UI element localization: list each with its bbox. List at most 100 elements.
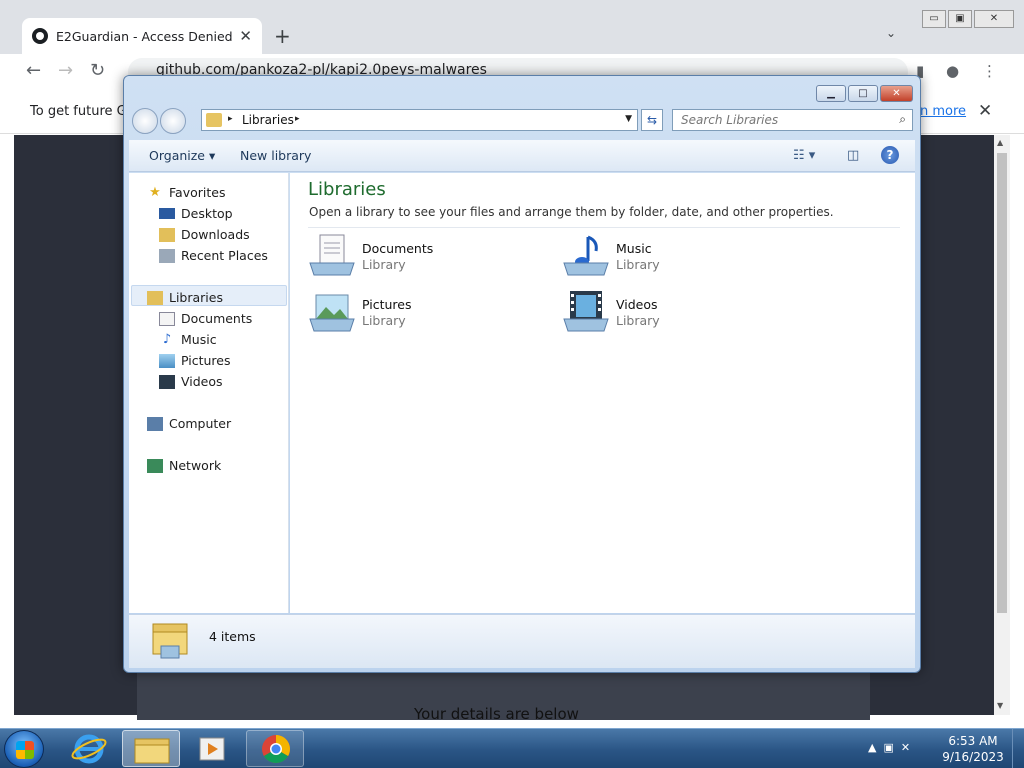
browser-restore-button[interactable]: ▣ bbox=[948, 10, 972, 28]
nav-item-downloads[interactable]: Downloads bbox=[159, 227, 250, 242]
chrome-icon bbox=[262, 735, 290, 763]
forward-button[interactable] bbox=[160, 108, 186, 134]
nav-item-videos[interactable]: Videos bbox=[159, 374, 223, 389]
profile-avatar-icon[interactable]: ● bbox=[946, 62, 959, 80]
browser-minimize-button[interactable]: ▭ bbox=[922, 10, 946, 28]
change-view-icon[interactable]: ☷ ▾ bbox=[793, 148, 815, 163]
nav-item-documents[interactable]: Documents bbox=[159, 311, 252, 326]
infobar-learn-more-link[interactable]: n more bbox=[920, 104, 966, 119]
documents-library-icon bbox=[309, 234, 355, 276]
divider bbox=[308, 227, 900, 228]
scrollbar-thumb[interactable] bbox=[997, 153, 1007, 613]
status-bar: 4 items bbox=[129, 614, 915, 668]
nav-label: Computer bbox=[169, 416, 232, 431]
nav-label: Libraries bbox=[169, 290, 223, 305]
tab-search-icon[interactable]: ⌄ bbox=[886, 26, 896, 40]
nav-label: Music bbox=[181, 332, 217, 347]
taskbar-chrome-button[interactable] bbox=[246, 730, 304, 767]
libraries-status-icon bbox=[152, 623, 188, 659]
new-tab-button[interactable]: + bbox=[274, 24, 291, 48]
library-kind: Library bbox=[362, 313, 406, 328]
videos-library-icon bbox=[563, 291, 609, 332]
reload-icon[interactable]: ↻ bbox=[90, 60, 105, 81]
start-button[interactable] bbox=[4, 730, 44, 768]
taskbar-media-player-button[interactable] bbox=[184, 730, 242, 767]
library-name: Videos bbox=[616, 297, 658, 312]
page-title: Libraries bbox=[308, 179, 386, 200]
nav-item-network[interactable]: Network bbox=[147, 458, 221, 473]
explorer-window: ▁ □ ✕ ▸ Libraries ▸ ▼ ⇆ Search Libraries… bbox=[123, 75, 921, 673]
explorer-folder-icon bbox=[134, 738, 170, 764]
tab-close-icon[interactable]: ✕ bbox=[239, 27, 252, 45]
explorer-close-button[interactable]: ✕ bbox=[880, 85, 913, 102]
library-kind: Library bbox=[362, 257, 406, 272]
breadcrumb-chevron-icon[interactable]: ▸ bbox=[295, 114, 300, 124]
back-arrow-icon[interactable]: ← bbox=[26, 60, 41, 81]
explorer-address-bar[interactable]: ▸ Libraries ▸ ▼ bbox=[201, 109, 638, 131]
nav-item-favorites[interactable]: ★ Favorites bbox=[147, 185, 225, 200]
show-desktop-button[interactable] bbox=[1012, 729, 1024, 768]
clock-date: 9/16/2023 bbox=[942, 750, 1004, 764]
infobar-text: To get future Go bbox=[30, 104, 135, 119]
music-note-icon: ♪ bbox=[162, 331, 172, 347]
explorer-maximize-button[interactable]: □ bbox=[848, 85, 878, 102]
address-dropdown-icon[interactable]: ▼ bbox=[625, 114, 632, 124]
library-name: Music bbox=[616, 241, 652, 256]
breadcrumb-libraries[interactable]: Libraries bbox=[242, 113, 294, 127]
new-library-button[interactable]: New library bbox=[240, 148, 311, 163]
nav-item-libraries[interactable]: Libraries bbox=[147, 290, 223, 305]
nav-item-music[interactable]: ♪ Music bbox=[159, 332, 217, 347]
page-details-text: Your details are below bbox=[414, 705, 579, 723]
nav-item-pictures[interactable]: Pictures bbox=[159, 353, 231, 368]
desktop-icon bbox=[159, 208, 175, 219]
nav-item-recent-places[interactable]: Recent Places bbox=[159, 248, 268, 263]
infobar-close-icon[interactable]: ✕ bbox=[978, 101, 992, 121]
navigation-pane: ★ Favorites Desktop Downloads Recent Pla… bbox=[129, 173, 289, 613]
content-pane: Libraries Open a library to see your fil… bbox=[290, 173, 915, 613]
nav-label: Network bbox=[169, 458, 222, 473]
refresh-button[interactable]: ⇆ bbox=[641, 109, 663, 131]
pictures-library-icon bbox=[309, 294, 355, 332]
system-clock[interactable]: 6:53 AM 9/16/2023 bbox=[940, 733, 1006, 765]
search-placeholder: Search Libraries bbox=[681, 113, 779, 127]
taskbar-explorer-button[interactable] bbox=[122, 730, 180, 767]
taskbar-ie-button[interactable] bbox=[60, 730, 118, 767]
downloads-folder-icon bbox=[159, 227, 175, 242]
organize-button[interactable]: Organize ▾ bbox=[149, 148, 215, 163]
browser-close-button[interactable]: ✕ bbox=[974, 10, 1014, 28]
nav-label: Videos bbox=[181, 374, 223, 389]
back-button[interactable] bbox=[132, 108, 158, 134]
tray-icons[interactable]: ▲ ▣ ✕ bbox=[868, 741, 910, 754]
nav-item-desktop[interactable]: Desktop bbox=[159, 206, 233, 221]
nav-label: Desktop bbox=[181, 206, 233, 221]
help-icon[interactable]: ? bbox=[881, 146, 899, 164]
nav-item-computer[interactable]: Computer bbox=[147, 416, 231, 431]
scroll-up-icon[interactable]: ▲ bbox=[997, 138, 1003, 147]
menu-kebab-icon[interactable]: ⋮ bbox=[982, 62, 997, 80]
nav-label: Recent Places bbox=[181, 248, 268, 263]
videos-film-icon bbox=[159, 374, 175, 389]
library-kind: Library bbox=[616, 257, 660, 272]
library-name: Documents bbox=[362, 241, 434, 256]
search-icon[interactable]: ⌕ bbox=[899, 112, 906, 127]
page-subtitle: Open a library to see your files and arr… bbox=[309, 205, 834, 219]
page-scrollbar[interactable]: ▲ ▼ bbox=[994, 135, 1010, 715]
forward-arrow-icon[interactable]: → bbox=[58, 60, 73, 81]
tab-strip: E2Guardian - Access Denied ✕ + ⌄ ▭ ▣ ✕ bbox=[0, 0, 1024, 54]
music-library-icon bbox=[563, 235, 609, 276]
preview-pane-icon[interactable]: ◫ bbox=[847, 148, 859, 163]
item-count: 4 items bbox=[209, 629, 256, 644]
command-bar: Organize ▾ New library ☷ ▾ ◫ ? bbox=[129, 140, 915, 172]
clock-time: 6:53 AM bbox=[948, 734, 998, 748]
nav-label: Documents bbox=[181, 311, 253, 326]
media-player-icon bbox=[199, 737, 225, 761]
tab-e2guardian[interactable]: E2Guardian - Access Denied ✕ bbox=[22, 18, 262, 54]
star-icon: ★ bbox=[149, 184, 161, 200]
internet-explorer-icon bbox=[71, 734, 107, 764]
explorer-minimize-button[interactable]: ▁ bbox=[816, 85, 846, 102]
scroll-down-icon[interactable]: ▼ bbox=[997, 701, 1003, 710]
github-icon bbox=[32, 28, 48, 44]
search-input[interactable]: Search Libraries ⌕ bbox=[672, 109, 913, 131]
breadcrumb-separator-icon[interactable]: ▸ bbox=[228, 114, 233, 124]
nav-label: Downloads bbox=[181, 227, 250, 242]
